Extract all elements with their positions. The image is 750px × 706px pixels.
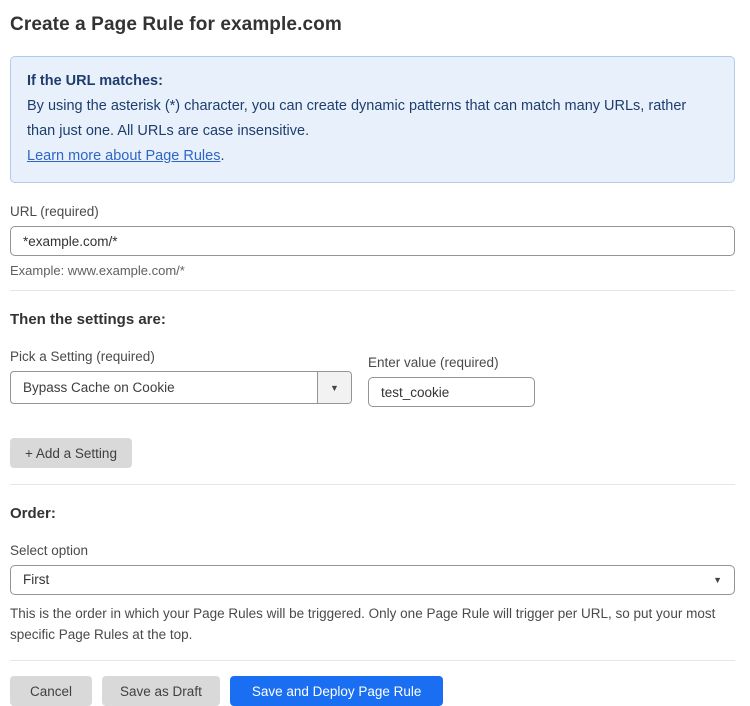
info-box-link-line: Learn more about Page Rules. [27, 144, 718, 169]
setting-dropdown-value: Bypass Cache on Cookie [11, 372, 317, 403]
learn-more-link[interactable]: Learn more about Page Rules [27, 148, 220, 164]
pick-setting-label: Pick a Setting (required) [10, 349, 352, 364]
chevron-down-icon: ▼ [713, 566, 722, 594]
url-input[interactable] [10, 226, 735, 256]
save-and-deploy-button[interactable]: Save and Deploy Page Rule [230, 676, 444, 706]
order-helper-text: This is the order in which your Page Rul… [10, 603, 730, 645]
enter-value-label: Enter value (required) [368, 355, 535, 370]
divider [10, 484, 735, 485]
setting-dropdown-button[interactable]: ▼ [317, 372, 351, 403]
actions-row: Cancel Save as Draft Save and Deploy Pag… [10, 676, 735, 706]
order-select[interactable]: First ▼ [10, 565, 735, 595]
info-box-body: By using the asterisk (*) character, you… [27, 94, 718, 144]
settings-section-heading: Then the settings are: [10, 311, 735, 328]
page-title: Create a Page Rule for example.com [10, 14, 735, 36]
order-select-value: First [11, 566, 734, 594]
settings-row: Pick a Setting (required) Bypass Cache o… [10, 328, 735, 407]
url-match-info-box: If the URL matches: By using the asteris… [10, 56, 735, 183]
cancel-button[interactable]: Cancel [10, 676, 92, 706]
setting-value-column: Enter value (required) [368, 328, 535, 407]
order-section-heading: Order: [10, 505, 735, 522]
link-suffix: . [220, 148, 224, 164]
divider [10, 660, 735, 661]
order-select-label: Select option [10, 543, 735, 558]
setting-value-input[interactable] [368, 377, 535, 407]
setting-picker-column: Pick a Setting (required) Bypass Cache o… [10, 328, 352, 407]
add-setting-button[interactable]: + Add a Setting [10, 438, 132, 468]
info-box-heading: If the URL matches: [27, 69, 718, 94]
setting-dropdown[interactable]: Bypass Cache on Cookie ▼ [10, 371, 352, 404]
url-label: URL (required) [10, 204, 735, 219]
chevron-down-icon: ▼ [330, 383, 339, 393]
divider [10, 290, 735, 291]
url-helper-text: Example: www.example.com/* [10, 263, 735, 278]
save-as-draft-button[interactable]: Save as Draft [102, 676, 220, 706]
